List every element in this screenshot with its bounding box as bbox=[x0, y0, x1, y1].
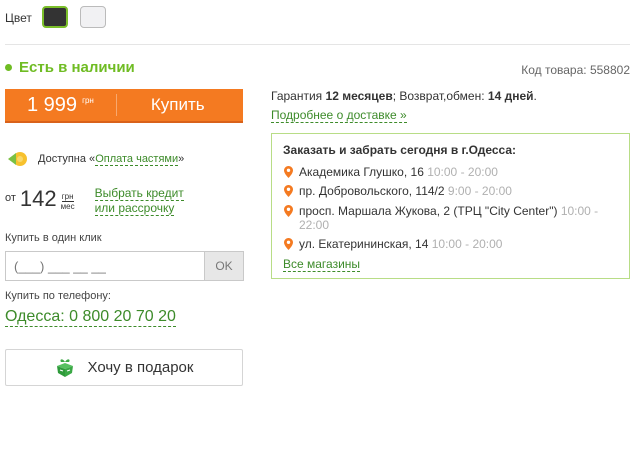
store-address: пр. Добровольского, 114/2 bbox=[299, 184, 448, 198]
credit-unit-bottom: мес bbox=[60, 202, 75, 211]
one-click-label: Купить в один клик bbox=[5, 232, 102, 244]
credit-amount: 142 bbox=[19, 186, 57, 211]
store-item: пр. Добровольского, 114/2 9:00 - 20:00 bbox=[284, 184, 614, 198]
divider bbox=[5, 44, 630, 45]
store-hours: 10:00 - 20:00 bbox=[427, 165, 498, 179]
installments-prefix: Доступна « bbox=[38, 153, 96, 165]
phone-order-label: Купить по телефону: bbox=[5, 290, 111, 302]
warranty-prefix: Гарантия bbox=[271, 89, 326, 103]
product-code: Код товара: 558802 bbox=[521, 63, 630, 77]
warranty-info: Гарантия 12 месяцев; Возврат,обмен: 14 д… bbox=[271, 89, 537, 103]
warranty-days: 14 дней bbox=[487, 89, 534, 103]
map-pin-icon bbox=[284, 205, 293, 217]
one-click-ok-button[interactable]: OK bbox=[204, 251, 244, 281]
credit-link-line1[interactable]: Выбрать кредит bbox=[94, 186, 184, 201]
warranty-mid: ; Возврат,обмен: bbox=[392, 89, 488, 103]
availability-status: Есть в наличии bbox=[5, 59, 135, 76]
gift-label: Хочу в подарок bbox=[87, 359, 194, 376]
store-hours: 10:00 - 20:00 bbox=[431, 237, 503, 251]
installments-link[interactable]: Оплата частями bbox=[95, 153, 179, 166]
map-pin-icon bbox=[284, 166, 293, 178]
credit-unit-top: грн bbox=[61, 192, 74, 202]
price-currency: грн bbox=[82, 95, 94, 105]
price: 1 999 грн bbox=[27, 94, 94, 117]
store-item: просп. Маршала Жукова, 2 (ТРЦ "City Cent… bbox=[284, 204, 614, 232]
pickup-title: Заказать и забрать сегодня в г.Одесса: bbox=[283, 143, 517, 157]
color-swatch-light[interactable] bbox=[80, 6, 106, 28]
buy-separator bbox=[115, 94, 117, 116]
delivery-details-link[interactable]: Подробнее о доставке » bbox=[271, 108, 407, 123]
availability-text: Есть в наличии bbox=[19, 59, 135, 76]
credit-link[interactable]: Выбрать кредит или рассрочку bbox=[94, 186, 184, 216]
credit-link-line2[interactable]: или рассрочку bbox=[94, 201, 175, 216]
store-item: ул. Екатерининская, 14 10:00 - 20:00 bbox=[284, 237, 614, 251]
warranty-months: 12 месяцев bbox=[325, 89, 393, 103]
color-swatch-dark[interactable] bbox=[42, 6, 68, 28]
credit-from: от bbox=[5, 192, 16, 204]
status-dot-icon bbox=[5, 64, 12, 71]
credit-unit: грн мес bbox=[61, 192, 75, 211]
gift-button[interactable]: Хочу в подарок bbox=[5, 349, 243, 386]
map-pin-icon bbox=[284, 238, 293, 250]
store-address: просп. Маршала Жукова, 2 (ТРЦ "City Cent… bbox=[299, 204, 561, 218]
pickup-stores-box: Заказать и забрать сегодня в г.Одесса: А… bbox=[271, 133, 630, 279]
gift-icon bbox=[56, 358, 73, 377]
store-address: Академика Глушко, 16 bbox=[299, 165, 428, 179]
phone-number-link[interactable]: Одесса: 0 800 20 70 20 bbox=[5, 308, 176, 327]
credit-row: от 142 грн мес Выбрать кредит или рассро… bbox=[5, 186, 184, 216]
installments-row: Доступна « Оплата частями » bbox=[6, 150, 184, 168]
map-pin-icon bbox=[284, 185, 293, 197]
buy-button[interactable]: 1 999 грн Купить bbox=[5, 89, 243, 123]
store-item: Академика Глушко, 16 10:00 - 20:00 bbox=[284, 165, 614, 179]
warranty-end: . bbox=[533, 89, 537, 103]
all-stores-link[interactable]: Все магазины bbox=[283, 257, 361, 272]
buy-label: Купить bbox=[150, 95, 205, 114]
store-address: ул. Екатерининская, 14 bbox=[299, 237, 432, 251]
one-click-phone-input[interactable] bbox=[5, 251, 205, 281]
store-hours: 9:00 - 20:00 bbox=[447, 184, 512, 198]
installments-suffix: » bbox=[178, 153, 185, 165]
color-label: Цвет bbox=[5, 11, 32, 25]
installments-icon bbox=[8, 152, 27, 166]
price-value: 1 999 bbox=[27, 93, 78, 116]
